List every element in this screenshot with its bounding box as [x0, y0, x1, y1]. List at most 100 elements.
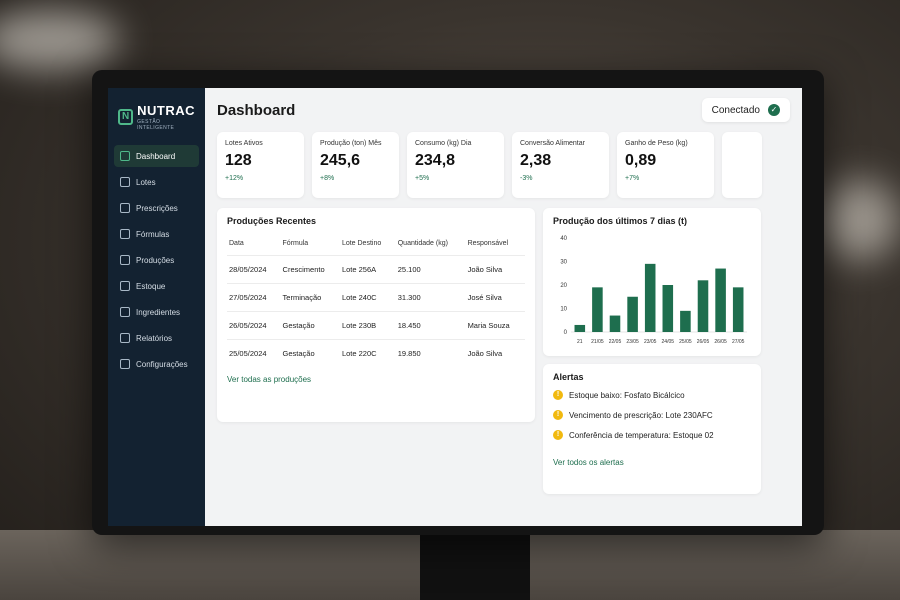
table-cell: 25/05/2024 [227, 339, 281, 367]
kpi-card[interactable]: Consumo (kg) Dia 234,8 +5% [407, 132, 504, 198]
gear-icon [120, 359, 130, 369]
bar[interactable] [680, 310, 691, 332]
logo-icon: N [118, 108, 134, 125]
sidebar-item-label: Estoque [136, 281, 166, 291]
table-row[interactable]: 28/05/2024 Crescimento Lote 256A 25.100 João… [227, 255, 525, 284]
alert-text: Estoque baixo: Fosfato Bicálcico [569, 390, 685, 400]
kpi-value: 128 [225, 152, 252, 169]
kpi-label: Conversão Alimentar [520, 140, 585, 147]
kpi-card[interactable]: Lotes Ativos 128 +12% [217, 132, 304, 198]
table-cell: Lote 256A [339, 255, 396, 284]
table-cell: Lote 240C [339, 283, 396, 312]
table-cell: 27/05/2024 [227, 283, 281, 312]
kpi-value: 0,89 [625, 152, 657, 169]
sidebar-item-configuracoes[interactable]: Configurações [114, 353, 199, 375]
alert-item[interactable]: ! Estoque baixo: Fosfato Bicálcico [553, 390, 751, 400]
kpi-row: Lotes Ativos 128 +12% Produção (ton) Mês 245… [217, 132, 790, 198]
table-cell: Lote 220C [339, 339, 396, 367]
table-cell: Terminação [280, 283, 340, 312]
factory-icon [120, 255, 130, 265]
warning-icon: ! [553, 430, 563, 440]
column-header: Responsável [467, 240, 509, 247]
column-header: Quantidade (kg) [397, 240, 448, 247]
chart-title: Produção dos últimos 7 dias (t) [553, 216, 688, 226]
flask-icon [120, 229, 130, 239]
main-content: Dashboard Conectado ✓ Lotes Ativos 128 +12… [205, 88, 802, 526]
column-header: Lote Destino [341, 240, 382, 247]
sidebar-item-lotes[interactable]: Lotes [114, 171, 199, 193]
alerts-card: Alertas ! Estoque baixo: Fosfato Bicálcic… [543, 364, 761, 494]
y-tick-label: 30 [560, 260, 567, 266]
sidebar-item-ingredientes[interactable]: Ingredientes [114, 301, 199, 323]
view-all-alerts-link[interactable]: Ver todos os alertas [553, 458, 624, 467]
x-tick-label: 23/05 [626, 339, 639, 345]
table-body: 28/05/2024 Crescimento Lote 256A 25.100 João… [227, 255, 525, 367]
app-screen: N NUTRAC GESTÃO INTELIGENTE Dashboard Lot… [108, 88, 802, 526]
brand-logo[interactable]: N NUTRAC GESTÃO INTELIGENTE [118, 102, 195, 131]
table-cell: Lote 230B [339, 311, 396, 340]
sidebar-item-relatorios[interactable]: Relatórios [114, 327, 199, 349]
kpi-card[interactable]: Produção (ton) Mês 245,6 +8% [312, 132, 399, 198]
table-row[interactable]: 27/05/2024 Terminação Lote 240C 31.300 José … [227, 283, 525, 312]
table-cell: João Silva [465, 339, 525, 367]
page-title: Dashboard [217, 101, 296, 119]
bar[interactable] [627, 296, 638, 332]
table-row[interactable]: 25/05/2024 Gestação Lote 220C 19.850 João Si… [227, 339, 525, 367]
sidebar-item-estoque[interactable]: Estoque [114, 275, 199, 297]
kpi-delta: -3% [520, 175, 533, 182]
bar[interactable] [609, 315, 621, 332]
x-tick-label: 26/05 [714, 339, 727, 345]
kpi-label: Consumo (kg) Dia [415, 140, 472, 147]
table-cell: 31.300 [395, 283, 466, 312]
sidebar: N NUTRAC GESTÃO INTELIGENTE Dashboard Lot… [108, 88, 205, 526]
y-tick-label: 40 [560, 236, 567, 242]
table-cell: João Silva [465, 255, 525, 284]
alerts-title: Alertas [553, 372, 584, 382]
sidebar-item-prescricoes[interactable]: Prescrições [114, 197, 199, 219]
sidebar-item-label: Produções [136, 255, 175, 265]
sidebar-item-label: Lotes [136, 177, 156, 187]
bar[interactable] [662, 285, 674, 332]
table-cell: Gestação [280, 311, 340, 340]
connection-status[interactable]: Conectado ✓ [701, 98, 790, 122]
bar[interactable] [715, 268, 726, 332]
x-tick-label: 24/05 [662, 339, 675, 345]
kpi-value: 2,38 [520, 152, 552, 169]
kpi-delta: +12% [225, 175, 244, 182]
bar[interactable] [732, 287, 744, 332]
background-light [820, 180, 900, 260]
kpi-label: Lotes Ativos [225, 140, 263, 147]
bar[interactable] [644, 263, 656, 332]
bar[interactable] [697, 280, 709, 332]
sidebar-item-label: Relatórios [136, 333, 173, 343]
sidebar-item-dashboard[interactable]: Dashboard [114, 145, 199, 167]
bar[interactable] [592, 287, 603, 332]
brand-name: NUTRAC [137, 103, 195, 118]
alert-item[interactable]: ! Vencimento de prescrição: Lote 230AFC [553, 410, 751, 420]
sidebar-item-producoes[interactable]: Produções [114, 249, 199, 271]
kpi-card[interactable]: Ganho de Peso (kg) 0,89 +7% [617, 132, 714, 198]
sidebar-item-label: Ingredientes [136, 307, 181, 317]
check-icon: ✓ [768, 104, 780, 116]
table-header-row: Data Fórmula Lote Destino Quantidade (kg) Re… [227, 234, 525, 256]
sidebar-item-label: Prescrições [136, 203, 178, 213]
x-tick-label: 21 [577, 339, 583, 345]
home-icon [120, 151, 130, 161]
table-cell: Maria Souza [465, 311, 525, 340]
brand-tagline: GESTÃO INTELIGENTE [137, 119, 175, 131]
y-tick-label: 20 [560, 283, 567, 289]
right-column: Produção dos últimos 7 dias (t) 0 10 20 30 4… [543, 208, 761, 494]
table-cell: 18.450 [395, 311, 466, 340]
kpi-card[interactable]: Conversão Alimentar 2,38 -3% [512, 132, 609, 198]
sidebar-item-formulas[interactable]: Fórmulas [114, 223, 199, 245]
alert-item[interactable]: ! Conferência de temperatura: Estoque 02 [553, 430, 751, 440]
clipboard-icon [120, 203, 130, 213]
table-row[interactable]: 26/05/2024 Gestação Lote 230B 18.450 Maria S… [227, 311, 525, 340]
column-header: Fórmula [282, 240, 309, 247]
x-tick-label: 25/05 [679, 339, 692, 345]
bar[interactable] [574, 324, 586, 332]
table-cell: 26/05/2024 [227, 311, 281, 340]
ingredients-icon [120, 307, 130, 317]
view-all-productions-link[interactable]: Ver todas as produções [227, 375, 311, 384]
warning-icon: ! [553, 410, 563, 420]
